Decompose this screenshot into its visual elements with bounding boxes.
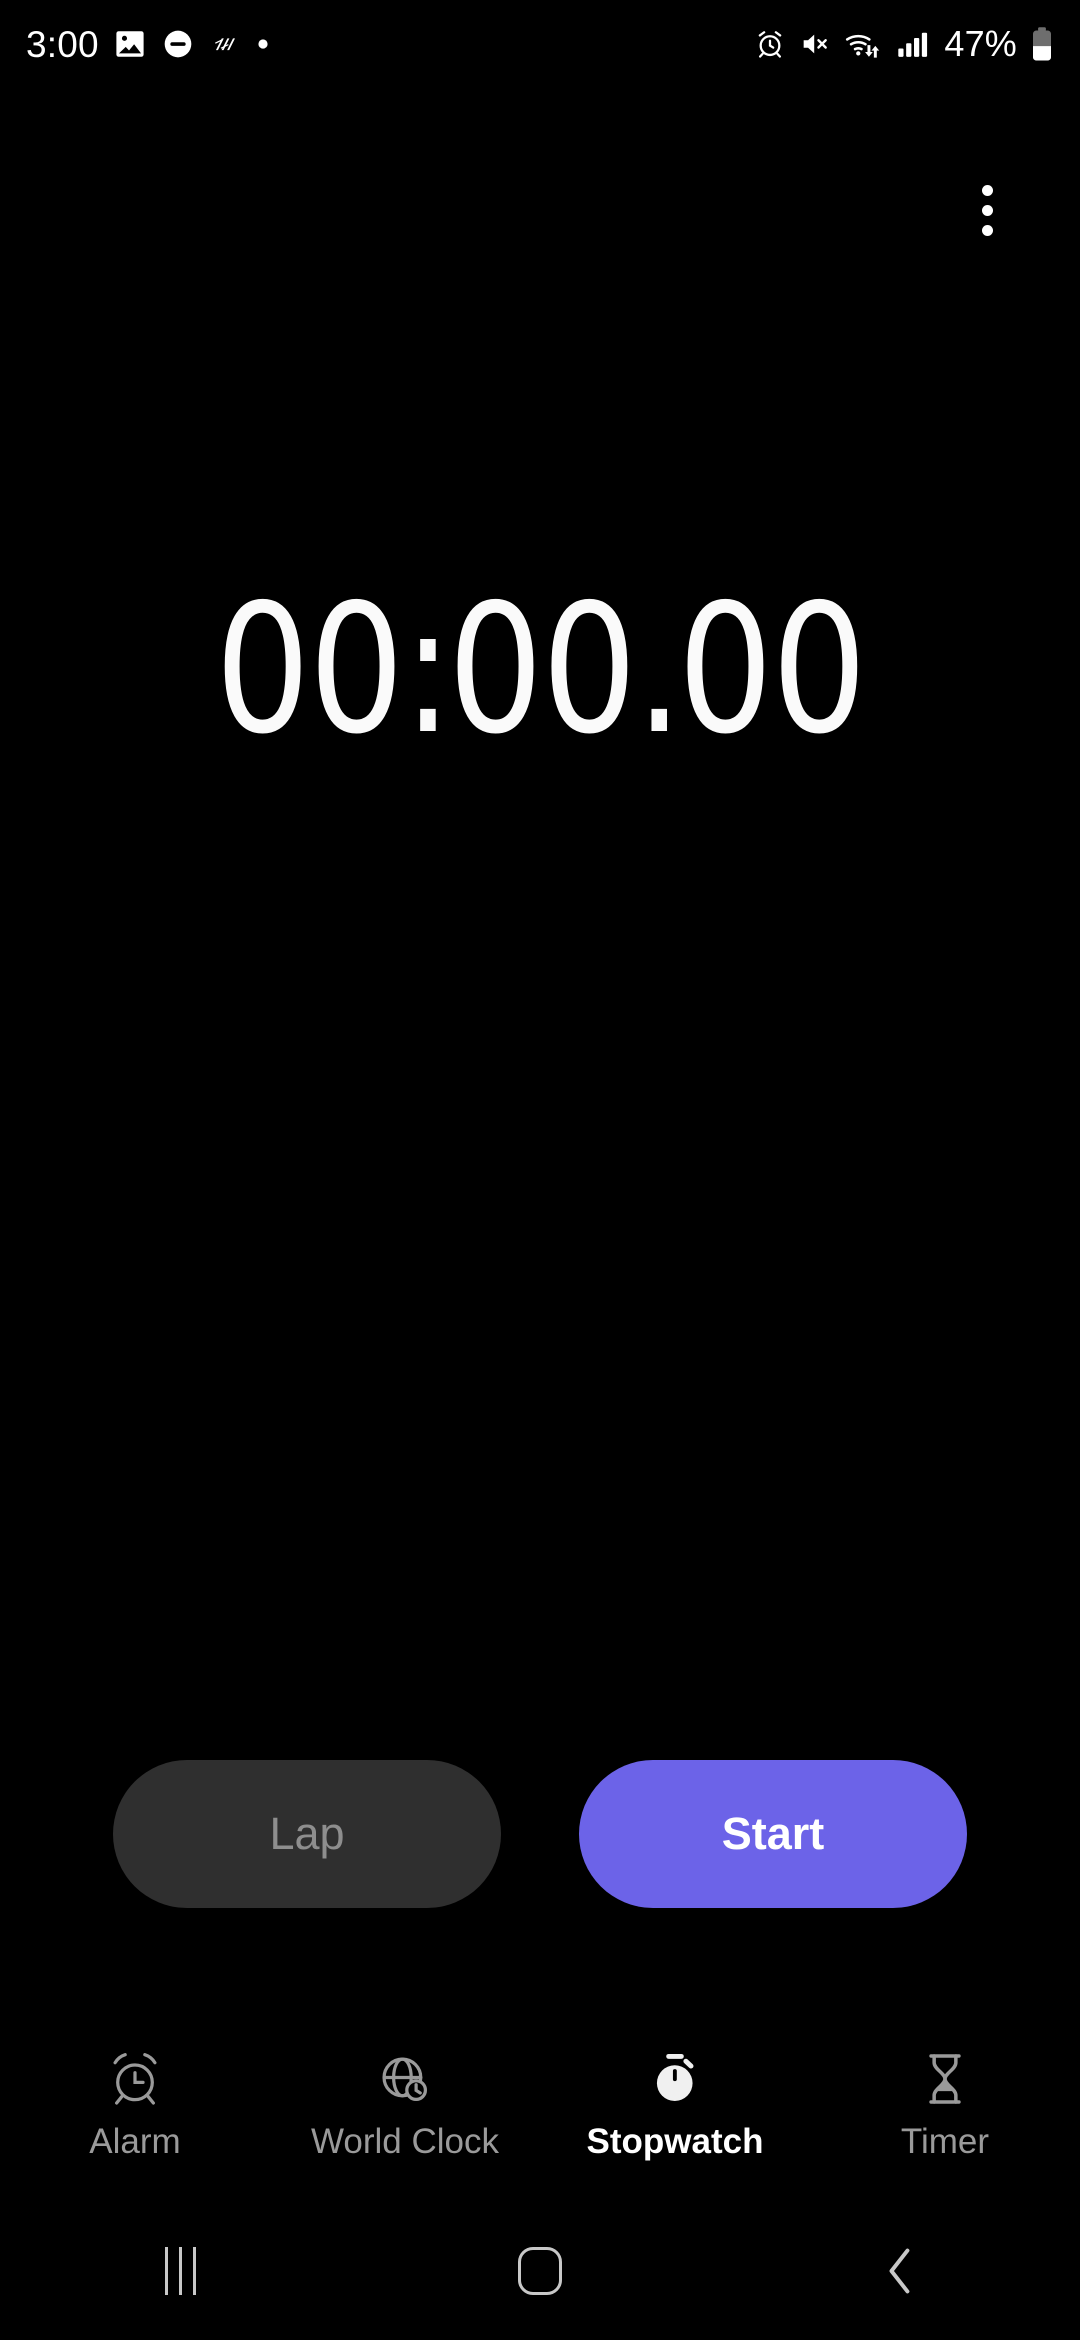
nav-recents-button[interactable] (0, 2202, 360, 2340)
lap-button[interactable]: Lap (113, 1760, 501, 1908)
stopwatch-display-area: 00:00.00 (0, 560, 1080, 780)
battery-icon (1033, 27, 1051, 61)
stopwatch-minutes: 00 (214, 566, 405, 773)
tab-world-clock[interactable]: World Clock (270, 2032, 540, 2202)
wifi-transfer-icon (846, 34, 880, 58)
data-saver-icon (214, 38, 235, 51)
tab-stopwatch-label: Stopwatch (586, 2122, 764, 2161)
do-not-disturb-icon (164, 30, 192, 58)
hourglass-icon (914, 2046, 976, 2112)
start-button[interactable]: Start (579, 1760, 967, 1908)
stopwatch-dot-separator: . (635, 566, 683, 773)
notification-dot-icon (258, 39, 268, 49)
stopwatch-controls: Lap Start (0, 1760, 1080, 1908)
tab-alarm[interactable]: Alarm (0, 2032, 270, 2202)
status-bar-clock: 3:00 (26, 23, 99, 65)
overflow-dot-icon (981, 224, 993, 236)
tab-timer[interactable]: Timer (810, 2032, 1080, 2202)
home-icon (518, 2247, 562, 2295)
bottom-tab-bar: Alarm World Clock Stopwatch Timer (0, 2032, 1080, 2202)
tab-alarm-label: Alarm (89, 2122, 181, 2161)
alarm-set-icon (759, 31, 782, 58)
tab-timer-label: Timer (900, 2122, 990, 2161)
battery-percent-label: 47% (944, 23, 1017, 64)
overflow-dot-icon (981, 204, 993, 216)
stopwatch-seconds: 00 (447, 566, 638, 773)
nav-home-button[interactable] (360, 2202, 720, 2340)
phone-screen: 3:00 47% 00:00.00 Lap Start Alarm World … (0, 0, 1080, 2340)
stopwatch-icon (644, 2046, 706, 2112)
status-bar-left: 3:00 (26, 26, 271, 63)
cellular-signal-icon (898, 32, 928, 57)
stopwatch-hundredths: 00 (677, 566, 868, 773)
alarm-clock-icon (104, 2046, 166, 2112)
overflow-dot-icon (981, 184, 993, 196)
status-bar: 3:00 47% (0, 0, 1080, 88)
photo-icon (116, 31, 144, 57)
tab-world-clock-label: World Clock (310, 2122, 499, 2161)
nav-back-button[interactable] (720, 2202, 1080, 2340)
stopwatch-colon-separator: : (402, 566, 453, 773)
recents-icon (164, 2247, 196, 2295)
system-navigation-bar (0, 2202, 1080, 2340)
globe-clock-icon (374, 2046, 436, 2112)
tab-stopwatch[interactable]: Stopwatch (540, 2032, 810, 2202)
sound-mute-icon (804, 34, 828, 54)
back-chevron-icon (889, 2248, 910, 2294)
status-bar-right: 47% (754, 26, 1054, 62)
overflow-menu-button[interactable] (955, 178, 1019, 242)
stopwatch-time-display: 00:00.00 (215, 581, 867, 759)
